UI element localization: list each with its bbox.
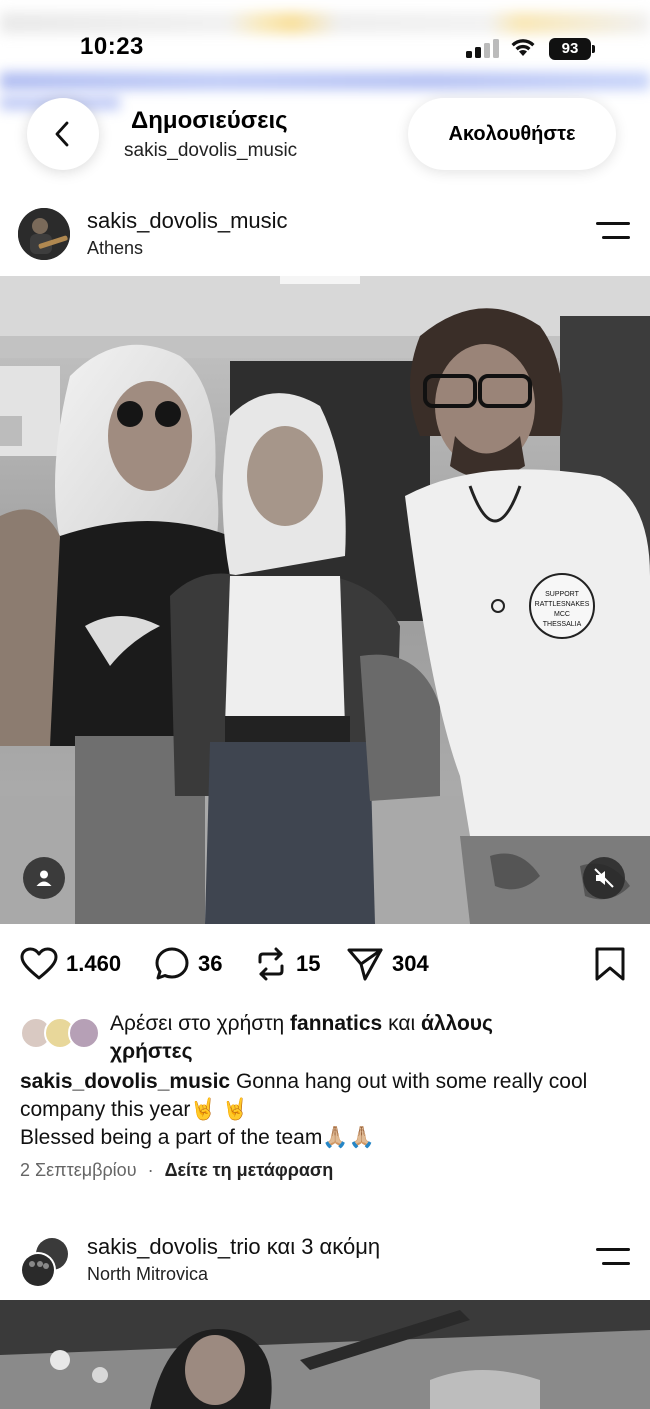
post-header: sakis_dovolis_music Athens [0,200,650,270]
liked-by-avatars [20,1017,104,1051]
page-subtitle: sakis_dovolis_music [124,140,298,161]
translate-link[interactable]: Δείτε τη μετάφραση [165,1160,334,1180]
liked-by-prefix: Αρέσει στο χρήστη [110,1012,291,1035]
status-time: 10:23 [80,33,144,60]
liked-by-text: Αρέσει στο χρήστη fannatics και άλλους χ… [110,1010,580,1066]
meta-separator: · [147,1160,154,1180]
post-username[interactable]: sakis_dovolis_music [87,208,288,234]
share-button[interactable]: 304 [346,942,429,986]
post-meta: 2 Σεπτεμβρίου · Δείτε τη μετάφραση [20,1160,333,1181]
repost-count: 15 [296,951,321,976]
heart-icon [20,947,58,980]
muted-speaker-icon [594,868,614,888]
post-location[interactable]: Athens [87,238,143,259]
send-icon [347,948,383,981]
menu-icon[interactable] [596,222,630,242]
svg-text:THESSALIA: THESSALIA [543,621,582,628]
avatar[interactable] [18,208,70,260]
tagged-people-button[interactable] [23,857,65,899]
comment-icon [155,947,189,980]
mute-button[interactable] [583,857,625,899]
liked-by-row[interactable]: Αρέσει στο χρήστη fannatics και άλλους χ… [20,1010,630,1066]
menu-icon[interactable] [596,1248,630,1268]
caption-username[interactable]: sakis_dovolis_music [20,1070,230,1093]
next-post-user[interactable]: sakis_dovolis_trio [87,1234,261,1259]
comment-button[interactable]: 36 [154,942,222,986]
follow-button[interactable]: Ακολουθήστε [408,98,616,170]
liked-by-user[interactable]: fannatics [290,1012,382,1035]
like-button[interactable]: 1.460 [20,942,121,986]
chevron-left-icon [55,121,69,147]
blurred-background [0,12,650,34]
repost-button[interactable]: 15 [254,942,320,986]
page-title: Δημοσιεύσεις [131,107,288,134]
avatar[interactable] [18,1234,74,1290]
caption-text-line2: Blessed being a part of the team🙏🏼🙏🏼 [20,1126,375,1149]
comment-count: 36 [198,951,223,976]
next-post-location[interactable]: North Mitrovica [87,1264,208,1285]
repost-icon [258,947,284,981]
svg-text:MCC: MCC [554,611,570,618]
battery-indicator: 93 [549,38,595,60]
post-actions: 1.460 36 15 304 [0,942,650,986]
top-navigation: Δημοσιεύσεις sakis_dovolis_music Ακολουθ… [0,92,650,180]
svg-text:RATTLESNAKES: RATTLESNAKES [535,601,590,608]
blurred-link-background [0,72,650,90]
person-icon [36,870,52,886]
next-post-photo[interactable] [0,1300,650,1409]
wifi-icon [511,39,535,56]
avatar [68,1017,100,1049]
svg-text:SUPPORT: SUPPORT [545,591,579,598]
post-caption: sakis_dovolis_music Gonna hang out with … [20,1068,630,1152]
like-count: 1.460 [66,951,122,976]
cellular-signal-icon [466,38,500,58]
save-button[interactable] [594,942,626,986]
back-button[interactable] [27,98,99,170]
bookmark-icon [595,947,625,981]
post-date: 2 Σεπτεμβρίου [20,1160,137,1180]
next-post-suffix: και 3 ακόμη [260,1234,381,1259]
liked-by-mid: και [382,1012,421,1035]
next-post-username[interactable]: sakis_dovolis_trio και 3 ακόμη [87,1234,380,1260]
post-photo[interactable]: SUPPORT RATTLESNAKES MCC THESSALIA [0,276,650,924]
share-count: 304 [392,951,429,976]
status-bar: 10:23 93 [0,0,650,70]
next-post-header: sakis_dovolis_trio και 3 ακόμη North Mit… [0,1226,650,1296]
